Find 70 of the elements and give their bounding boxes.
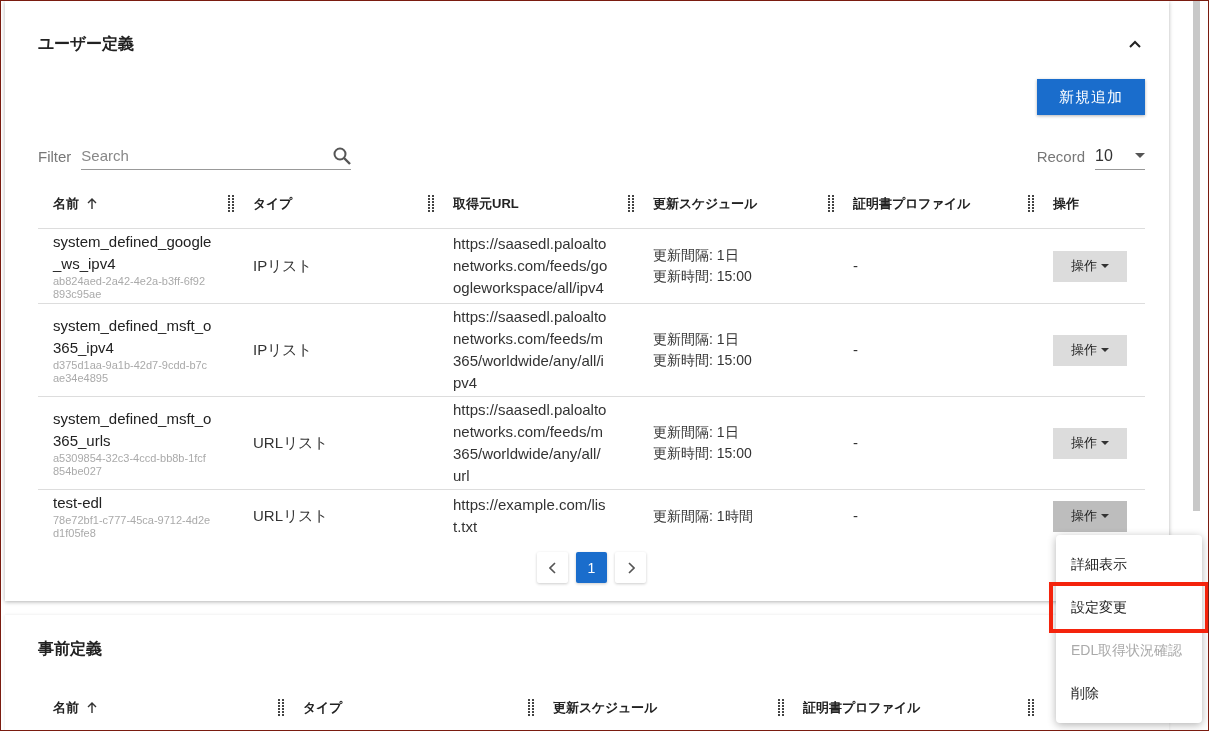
column-header[interactable]: 名前 bbox=[53, 698, 97, 717]
url-cell-text: https://saasedl.paloaltonetworks.com/feeds/m365/worldwide/any/all/url bbox=[453, 400, 608, 486]
action-button[interactable]: 操作 bbox=[1053, 427, 1127, 459]
drag-handle-icon[interactable] bbox=[628, 194, 634, 213]
drag-handle-icon[interactable] bbox=[228, 194, 234, 213]
action-button[interactable]: 操作 bbox=[1053, 250, 1127, 282]
schedule-text: 更新時間: 15:00 bbox=[653, 267, 753, 286]
scrollbar-thumb[interactable] bbox=[1193, 1, 1200, 511]
type-cell-text: URLリスト bbox=[253, 433, 329, 453]
drag-handle-icon[interactable] bbox=[828, 194, 834, 213]
column-header[interactable]: 更新スケジュール bbox=[653, 194, 757, 213]
edl-name: system_defined_msft_o365_urls bbox=[53, 409, 213, 451]
schedule-text: 更新間隔: 1日 bbox=[653, 330, 740, 349]
previous-page-button[interactable] bbox=[537, 552, 568, 583]
schedule-text: 更新時間: 15:00 bbox=[653, 444, 753, 463]
column-header[interactable]: 操作 bbox=[1053, 194, 1079, 213]
column-header[interactable]: 証明書プロファイル bbox=[803, 698, 920, 717]
schedule-text: 更新間隔: 1日 bbox=[653, 246, 740, 265]
drag-handle-icon[interactable] bbox=[1028, 194, 1034, 213]
certificate-cell-text: - bbox=[853, 433, 859, 453]
certificate-cell-text: - bbox=[853, 256, 859, 276]
edl-name: system_defined_google_ws_ipv4 bbox=[53, 232, 213, 274]
drag-handle-icon[interactable] bbox=[278, 698, 284, 717]
edl-id: ab824aed-2a42-4e2a-b3ff-6f92893c95ae bbox=[53, 275, 207, 301]
drag-handle-icon[interactable] bbox=[528, 698, 534, 717]
record-select[interactable]: 10 bbox=[1095, 142, 1145, 170]
type-cell-text: IPリスト bbox=[253, 256, 314, 276]
menu-item[interactable]: 詳細表示 bbox=[1056, 543, 1202, 586]
schedule-text: 更新間隔: 1時間 bbox=[653, 506, 754, 526]
drag-handle-icon[interactable] bbox=[778, 698, 784, 717]
add-new-button[interactable]: 新規追加 bbox=[1037, 79, 1145, 115]
column-header[interactable]: 名前 bbox=[53, 194, 97, 213]
search-icon[interactable] bbox=[333, 146, 352, 165]
schedule-text: 更新間隔: 1日 bbox=[653, 423, 740, 442]
action-button[interactable]: 操作 bbox=[1053, 500, 1127, 532]
dropdown-caret-icon bbox=[1135, 153, 1145, 158]
type-cell-text: IPリスト bbox=[253, 340, 314, 360]
column-header[interactable]: タイプ bbox=[303, 698, 342, 717]
column-header[interactable]: タイプ bbox=[253, 194, 292, 213]
column-header[interactable]: 取得元URL bbox=[453, 194, 519, 213]
filter-label: Filter bbox=[38, 147, 72, 165]
chevron-up-icon[interactable] bbox=[1129, 40, 1141, 48]
type-cell-text: URLリスト bbox=[253, 506, 329, 526]
column-header[interactable]: 証明書プロファイル bbox=[853, 194, 970, 213]
drag-handle-icon[interactable] bbox=[1028, 698, 1034, 717]
section-title: 事前定義 bbox=[38, 638, 102, 659]
drag-handle-icon[interactable] bbox=[428, 194, 434, 213]
next-page-button[interactable] bbox=[615, 552, 646, 583]
edl-id: a5309854-32c3-4ccd-bb8b-1fcf854be027 bbox=[53, 452, 207, 478]
certificate-cell-text: - bbox=[853, 506, 859, 526]
menu-item[interactable]: 削除 bbox=[1056, 672, 1202, 715]
chevron-left-icon bbox=[548, 561, 557, 574]
caret-icon bbox=[1101, 348, 1109, 352]
url-cell-text: https://example.com/list.txt bbox=[453, 495, 607, 537]
edl-name: test-edl bbox=[53, 493, 104, 513]
page-button[interactable]: 1 bbox=[576, 552, 607, 583]
caret-icon bbox=[1101, 264, 1109, 268]
chevron-right-icon bbox=[626, 561, 635, 574]
edl-name: system_defined_msft_o365_ipv4 bbox=[53, 316, 213, 358]
schedule-text: 更新時間: 15:00 bbox=[653, 351, 753, 370]
certificate-cell-text: - bbox=[853, 340, 859, 360]
url-cell-text: https://saasedl.paloaltonetworks.com/feeds/googleworkspace/all/ipv4 bbox=[453, 234, 608, 298]
column-header[interactable]: 更新スケジュール bbox=[553, 698, 657, 717]
edl-id: d375d1aa-9a1b-42d7-9cdd-b7cae34e4895 bbox=[53, 359, 209, 385]
caret-icon bbox=[1101, 514, 1109, 518]
caret-icon bbox=[1101, 441, 1109, 445]
record-label: Record bbox=[1036, 147, 1085, 165]
action-button[interactable]: 操作 bbox=[1053, 334, 1127, 366]
section-title: ユーザー定義 bbox=[38, 33, 134, 54]
edl-id: 78e72bf1-c777-45ca-9712-4d2ed1f05fe8 bbox=[53, 514, 212, 540]
